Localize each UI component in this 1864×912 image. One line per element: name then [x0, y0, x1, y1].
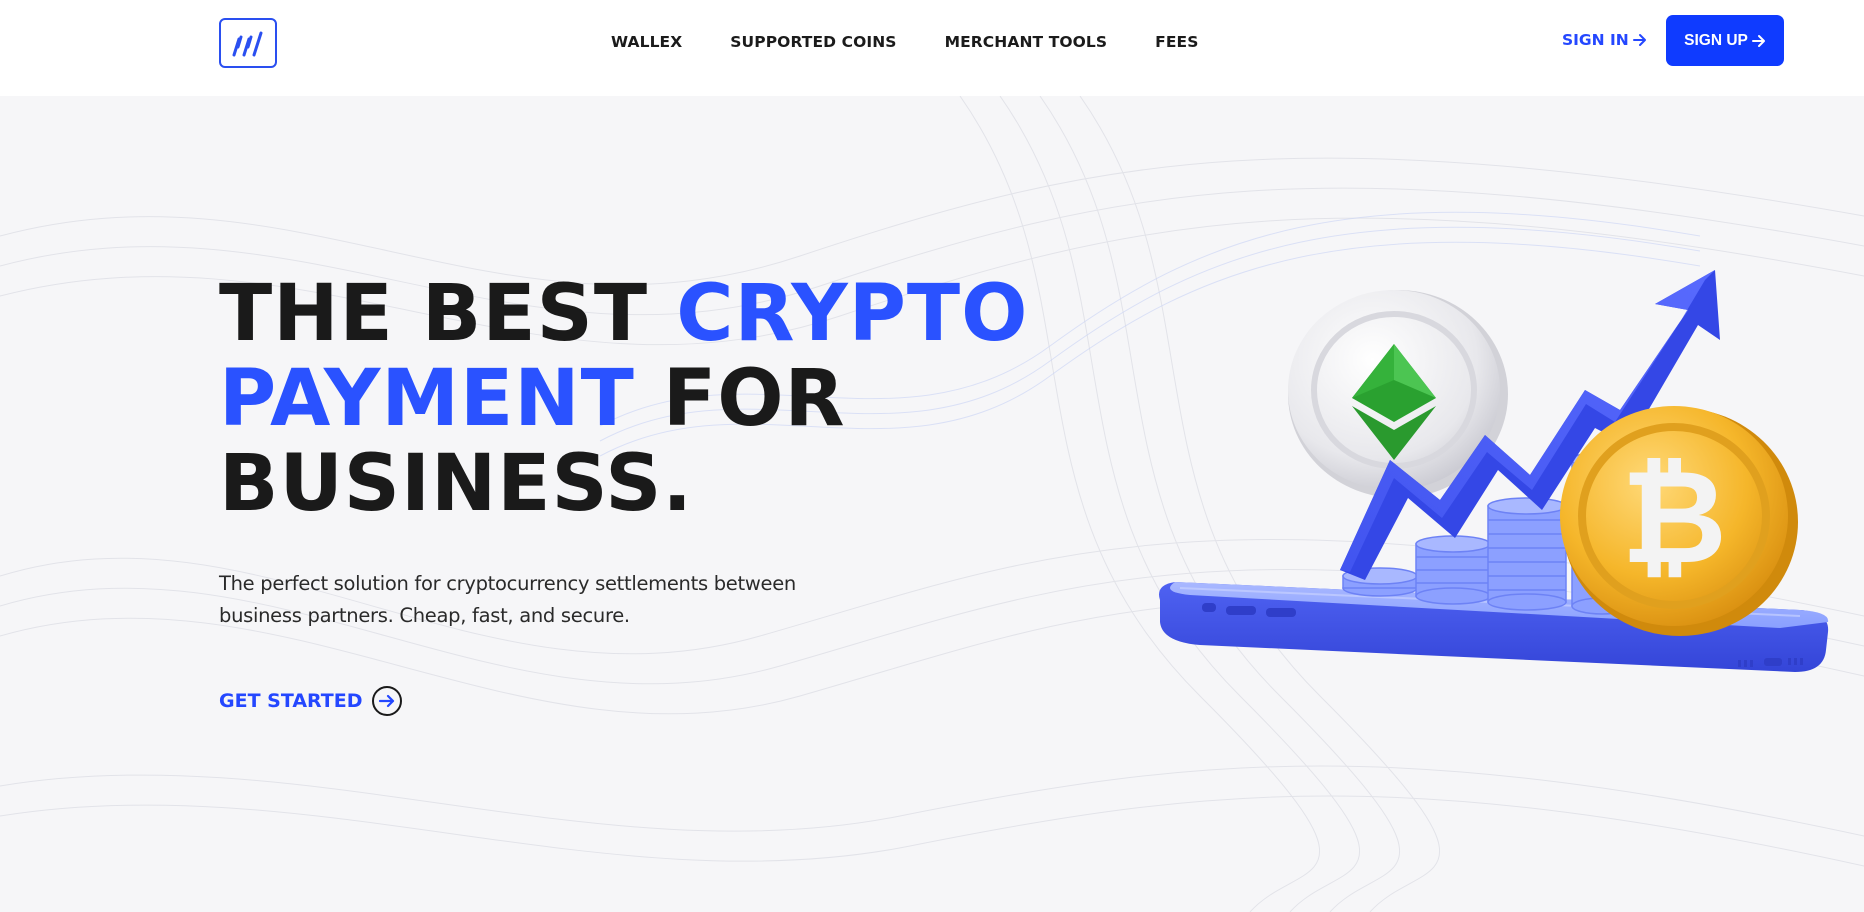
sign-in-label: SIGN IN: [1562, 31, 1629, 49]
title-line1-blue: CRYPTO: [676, 269, 1029, 359]
title-line3-dark: BUSINESS.: [219, 439, 694, 529]
arrow-right-icon: [1632, 34, 1646, 46]
nav-fees[interactable]: FEES: [1155, 32, 1198, 52]
get-started-label: GET STARTED: [219, 690, 363, 712]
hero-subtitle: The perfect solution for cryptocurrency …: [219, 572, 796, 627]
sign-up-label: SIGN UP: [1684, 31, 1748, 49]
title-line2-blue: PAYMENT: [219, 354, 635, 444]
get-started-link[interactable]: GET STARTED: [219, 685, 403, 717]
sign-in-link[interactable]: SIGN IN: [1562, 30, 1647, 50]
nav-merchant-tools[interactable]: MERCHANT TOOLS: [945, 32, 1108, 52]
nav-supported-coins[interactable]: SUPPORTED COINS: [730, 32, 896, 52]
crypto-phone-illustration: ₿: [1159, 270, 1829, 672]
logo[interactable]: [219, 18, 277, 68]
circle-arrow-right-icon: [371, 686, 402, 716]
landing-page: WALLEX SUPPORTED COINS MERCHANT TOOLS FE…: [0, 0, 1864, 912]
arrow-right-icon: [1751, 34, 1765, 47]
main-nav: WALLEX SUPPORTED COINS MERCHANT TOOLS FE…: [611, 32, 1199, 52]
hero-title: THE BEST CRYPTO PAYMENT FOR BUSINESS.: [219, 272, 1028, 527]
title-line1-dark: THE BEST: [219, 269, 677, 359]
svg-text:₿: ₿: [1621, 441, 1727, 593]
nav-wallex[interactable]: WALLEX: [611, 32, 682, 52]
title-line2-dark: FOR: [634, 354, 846, 444]
sign-up-button[interactable]: SIGN UP: [1666, 15, 1784, 66]
bitcoin-coin: ₿: [1560, 406, 1798, 636]
wallet-lines-icon: [232, 31, 263, 57]
top-navbar: WALLEX SUPPORTED COINS MERCHANT TOOLS FE…: [0, 0, 1864, 96]
